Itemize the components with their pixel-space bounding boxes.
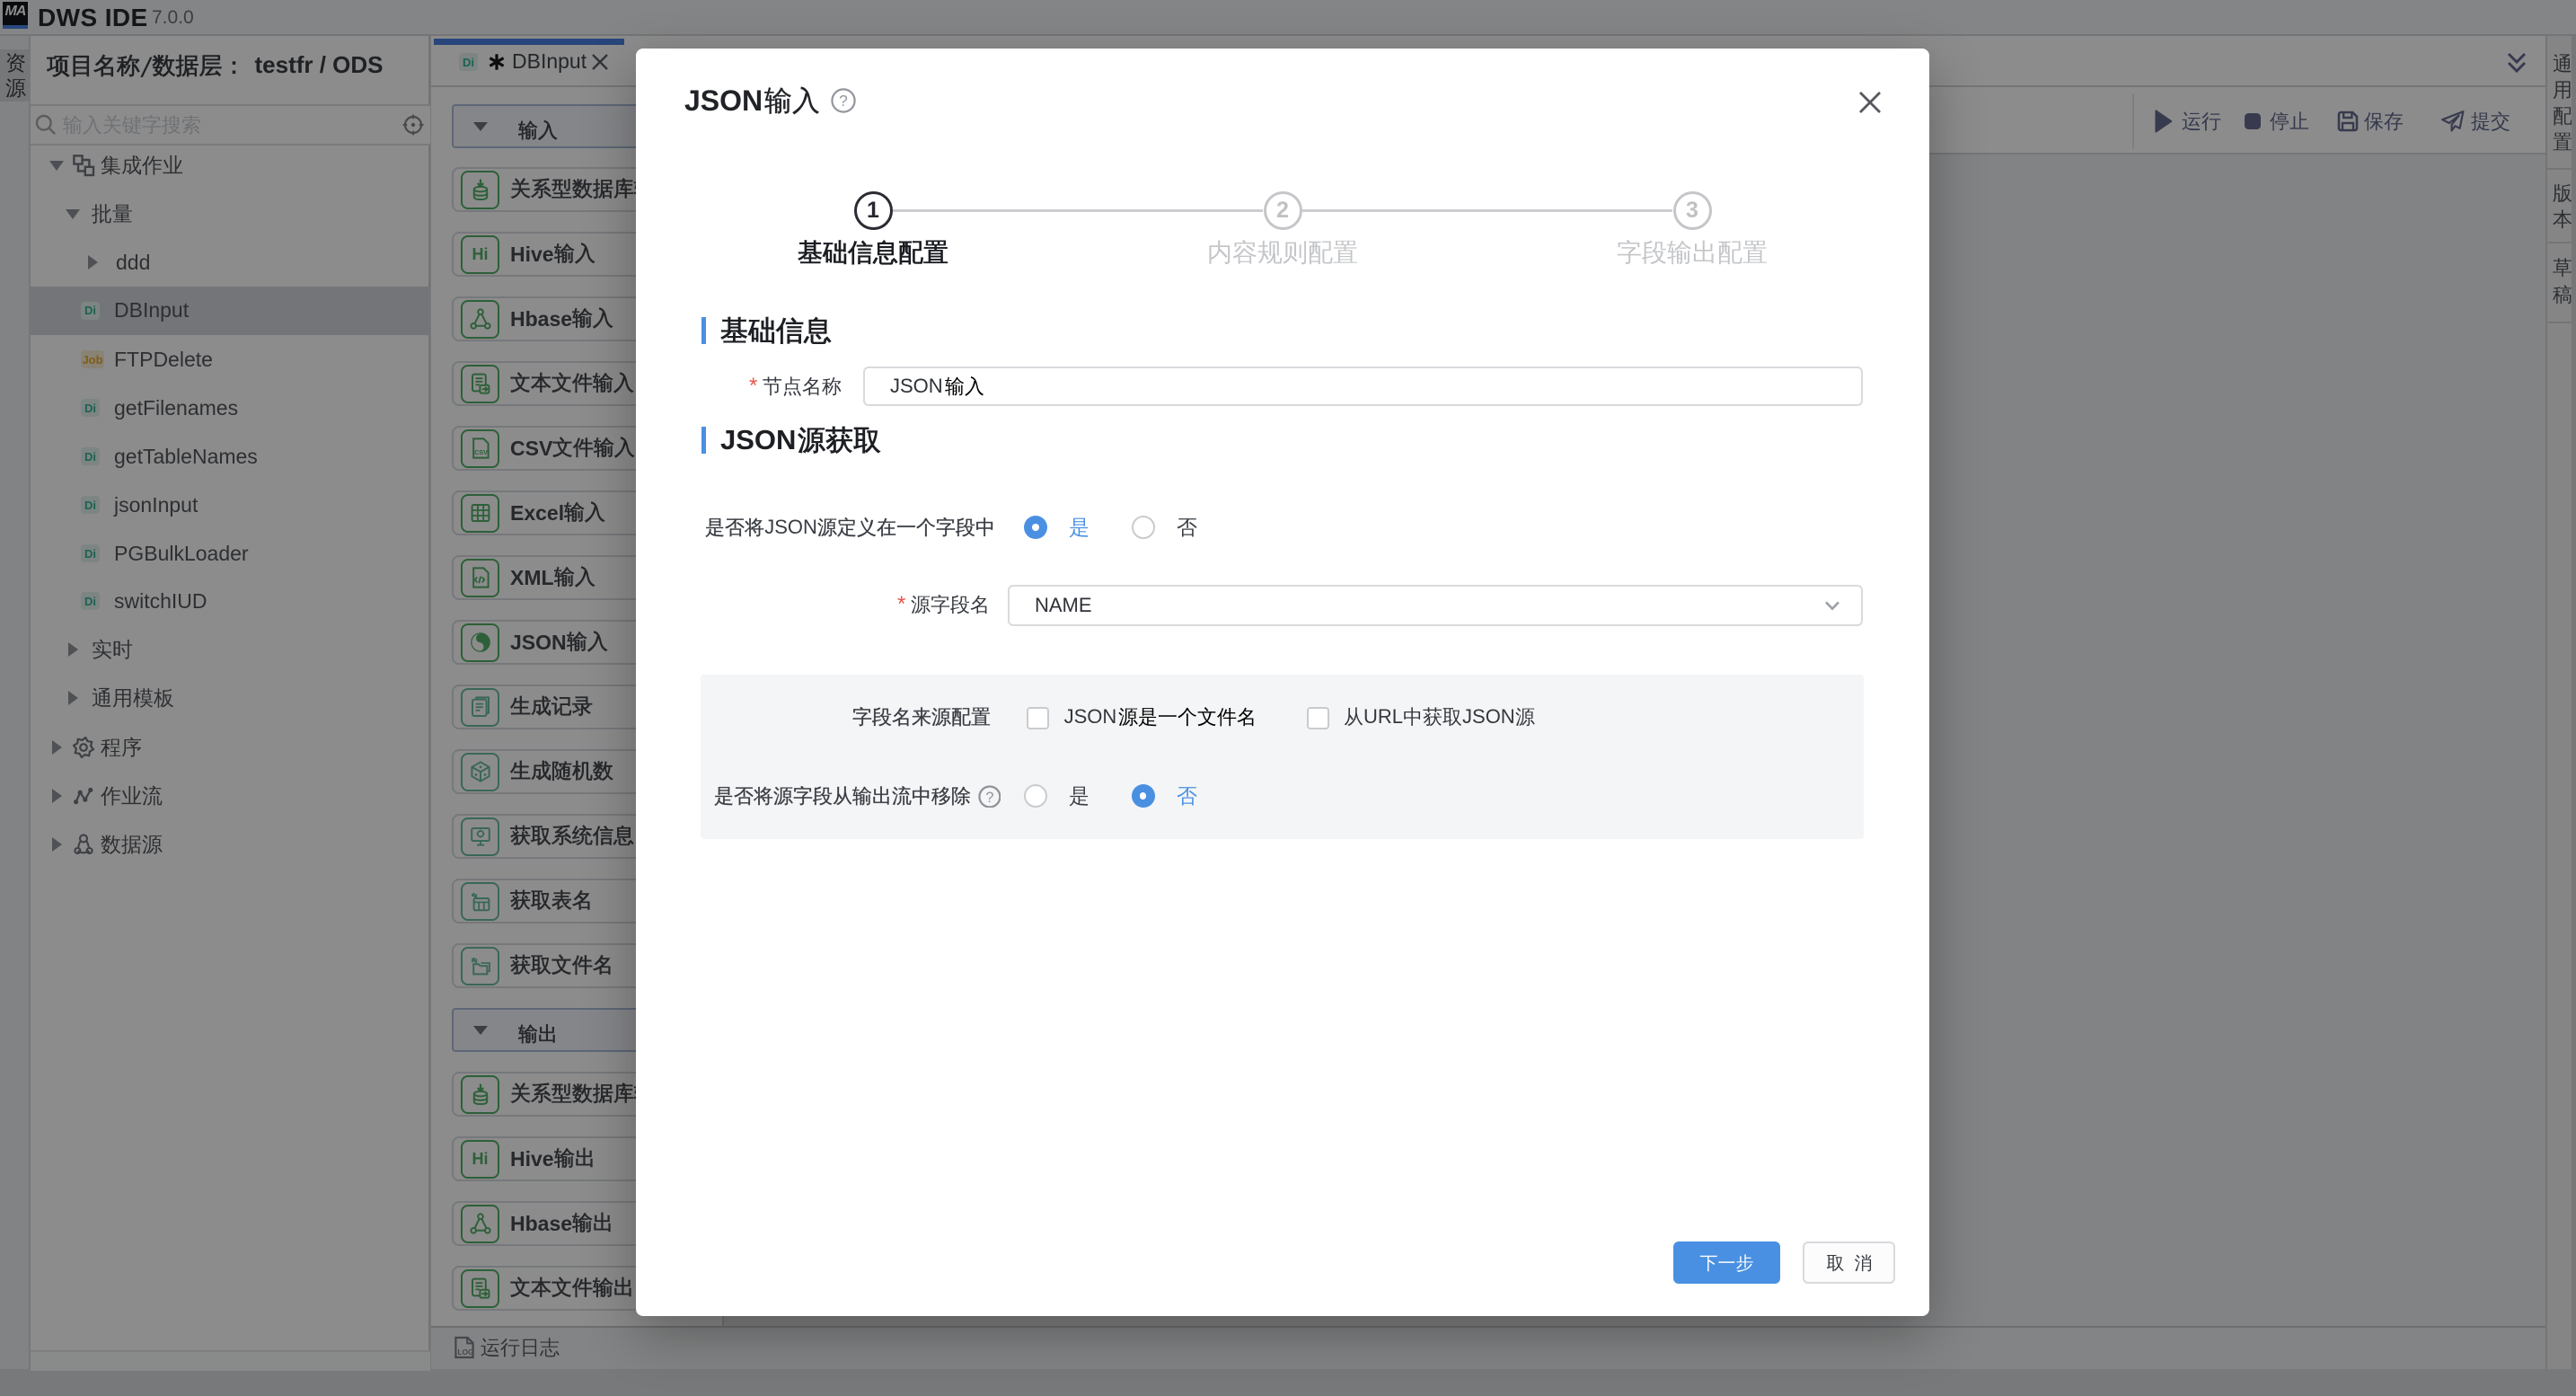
svg-text:?: ? xyxy=(985,789,993,805)
svg-text:?: ? xyxy=(839,92,848,110)
